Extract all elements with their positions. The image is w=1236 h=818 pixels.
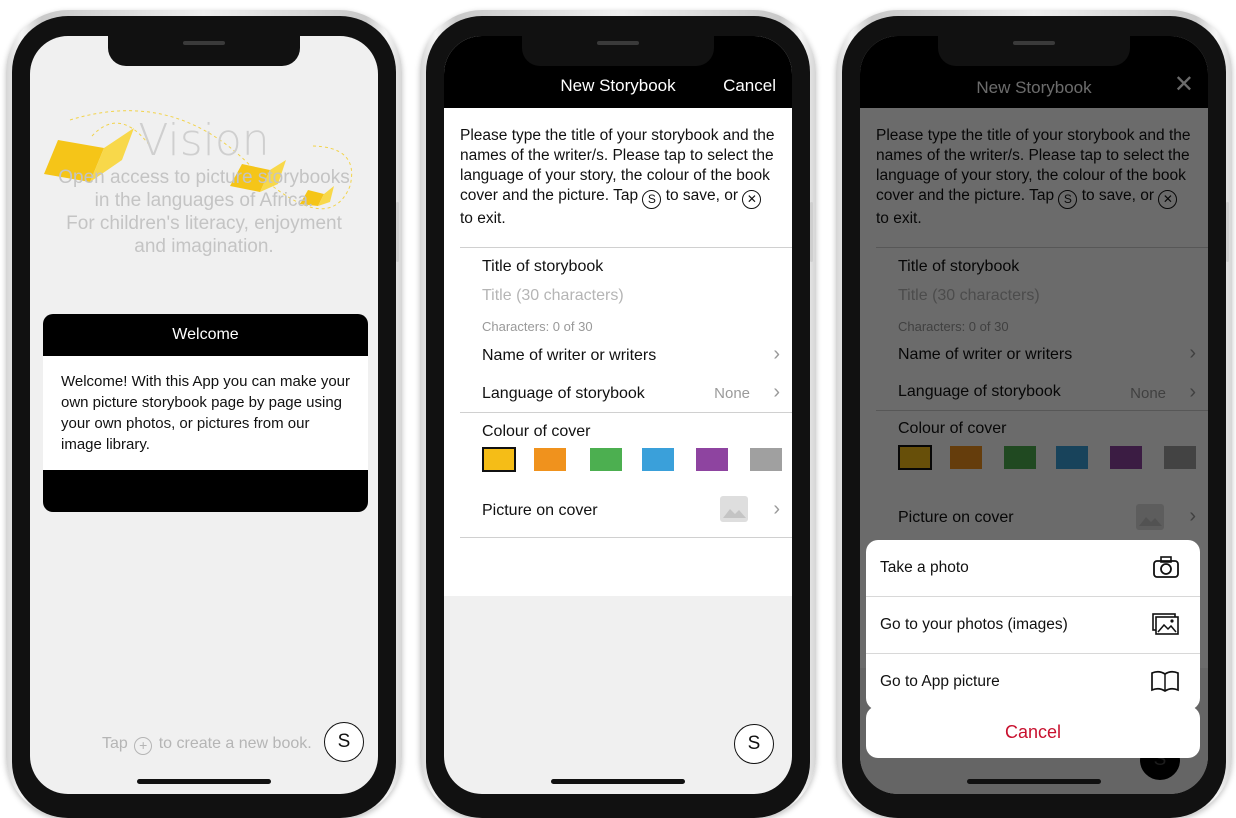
notch xyxy=(938,36,1130,66)
divider xyxy=(460,412,792,413)
save-symbol-icon: S xyxy=(642,190,662,209)
vision-line: Open access to picture storybooks xyxy=(58,167,350,188)
home-indicator[interactable] xyxy=(551,779,685,784)
colour-swatches xyxy=(482,447,792,474)
welcome-screen: Vision Open access to picture storybooks… xyxy=(30,36,378,794)
app-picture-option[interactable]: Go to App picture xyxy=(866,654,1200,710)
camera-icon xyxy=(1153,556,1179,578)
phone-bezel: Vision Open access to picture storybooks… xyxy=(12,16,399,818)
instructions-text: to exit. xyxy=(460,210,506,227)
chevron-right-icon: › xyxy=(773,343,780,365)
side-button xyxy=(1226,202,1229,262)
instructions-text: to save, or xyxy=(665,187,739,204)
exit-symbol-icon: ✕ xyxy=(742,190,762,209)
option-label: Go to your photos (images) xyxy=(880,616,1068,633)
instructions: Please type the title of your storybook … xyxy=(444,108,792,229)
home-indicator[interactable] xyxy=(967,779,1101,784)
language-value: None xyxy=(714,385,750,402)
option-label: Go to App picture xyxy=(880,673,1000,690)
colour-swatch[interactable] xyxy=(750,448,782,471)
vision-line: For children's literacy, enjoyment xyxy=(66,213,342,234)
welcome-message: Welcome! With this App you can make your… xyxy=(43,356,368,470)
phone-frame-picture-options: New Storybook ✕ Please type the title of… xyxy=(836,10,1232,818)
chevron-right-icon: › xyxy=(773,498,780,520)
writers-label: Name of writer or writers xyxy=(482,347,657,364)
character-count: Characters: 0 of 30 xyxy=(482,319,593,334)
cancel-button[interactable]: Cancel xyxy=(723,76,776,96)
save-button[interactable]: S xyxy=(324,722,364,762)
divider xyxy=(460,537,792,538)
colour-swatch-selected[interactable] xyxy=(482,447,516,472)
cancel-sheet-button[interactable]: Cancel xyxy=(866,706,1200,758)
welcome-dialog: Welcome Welcome! With this App you can m… xyxy=(43,314,368,512)
picture-label: Picture on cover xyxy=(482,502,598,519)
phone-bezel: New Storybook ✕ Please type the title of… xyxy=(842,16,1229,818)
hint-text: to create a new book. xyxy=(158,735,312,752)
divider xyxy=(460,247,792,248)
language-label: Language of storybook xyxy=(482,385,645,402)
notch xyxy=(108,36,300,66)
vision-block: Vision Open access to picture storybooks… xyxy=(30,116,378,258)
image-placeholder-icon xyxy=(720,496,748,522)
picture-options-sheet: Take a photo Go to your photos (images) xyxy=(866,540,1200,710)
save-button[interactable]: S xyxy=(734,724,774,764)
vision-title: Vision xyxy=(138,115,270,166)
colour-swatch[interactable] xyxy=(642,448,674,471)
phone-frame-new-storybook: New Storybook Cancel Please type the tit… xyxy=(420,10,816,818)
hint-text: Tap xyxy=(102,735,128,752)
vision-line: and imagination. xyxy=(134,236,274,257)
phone-bezel: New Storybook Cancel Please type the tit… xyxy=(426,16,813,818)
colour-swatch[interactable] xyxy=(534,448,566,471)
side-button xyxy=(810,202,813,262)
colour-label: Colour of cover xyxy=(482,423,591,440)
take-photo-option[interactable]: Take a photo xyxy=(866,540,1200,597)
phone-frame-welcome: Vision Open access to picture storybooks… xyxy=(6,10,402,818)
picture-options-screen: New Storybook ✕ Please type the title of… xyxy=(860,36,1208,794)
title-input[interactable]: Title (30 characters) xyxy=(482,287,624,305)
option-label: Take a photo xyxy=(880,559,969,576)
plus-circle-icon: + xyxy=(134,737,153,755)
create-book-hint: Tap + to create a new book. xyxy=(102,735,312,755)
your-photos-option[interactable]: Go to your photos (images) xyxy=(866,597,1200,654)
welcome-title: Welcome xyxy=(172,326,239,343)
side-button xyxy=(396,202,399,262)
storybook-form: Please type the title of your storybook … xyxy=(444,108,792,596)
new-storybook-screen: New Storybook Cancel Please type the tit… xyxy=(444,36,792,794)
colour-swatch[interactable] xyxy=(590,448,622,471)
image-icon xyxy=(1152,613,1179,635)
vision-line: in the languages of Africa. xyxy=(94,190,314,211)
chevron-right-icon: › xyxy=(773,381,780,403)
home-indicator[interactable] xyxy=(137,779,271,784)
book-icon xyxy=(1151,670,1179,693)
title-label: Title of storybook xyxy=(482,258,604,275)
colour-swatch[interactable] xyxy=(696,448,728,471)
notch xyxy=(522,36,714,66)
